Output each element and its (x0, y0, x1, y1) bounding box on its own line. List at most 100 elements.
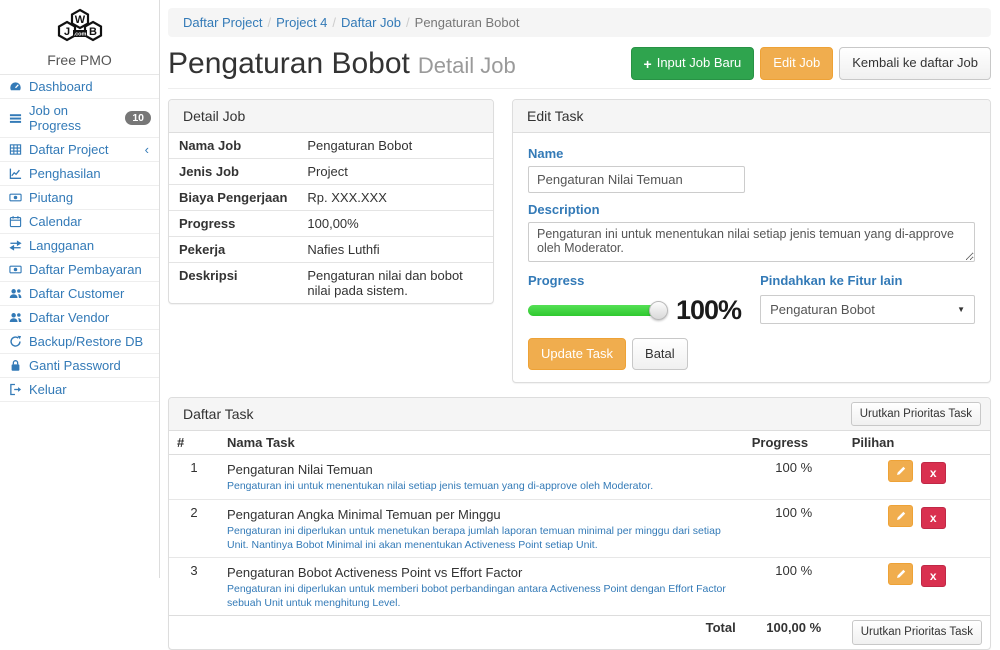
task-actions: x (844, 558, 990, 616)
pencil-icon (895, 510, 907, 522)
task-name-input[interactable] (528, 166, 745, 193)
task-table-footer-row: Total 100,00 % Urutkan Prioritas Task (169, 616, 990, 649)
detail-value: Rp. XXX.XXX (297, 185, 493, 211)
total-value: 100,00 % (744, 616, 844, 649)
task-row: 1 Pengaturan Nilai Temuan Pengaturan ini… (169, 455, 990, 500)
money-icon (8, 191, 23, 204)
calendar-icon (8, 215, 23, 228)
caret-down-icon: ▼ (957, 305, 965, 314)
brand-logo[interactable]: W J B .com Free PMO (0, 0, 159, 74)
urutkan-prioritas-task-button[interactable]: Urutkan Prioritas Task (851, 402, 981, 426)
main-content: Daftar Project/Project 4/Daftar Job/Peng… (160, 0, 1000, 578)
daftar-task-title: Daftar Task (183, 406, 254, 422)
sidebar-item-label: Penghasilan (29, 166, 101, 181)
progress-column: Progress 100% (528, 270, 760, 325)
breadcrumb-project-4[interactable]: Project 4 (276, 15, 327, 30)
close-icon: x (930, 569, 937, 583)
urutkan-prioritas-task-footer-button[interactable]: Urutkan Prioritas Task (852, 620, 982, 644)
sidebar-item-piutang[interactable]: Piutang (0, 186, 159, 210)
task-actions: x (844, 455, 990, 500)
edit-task-panel: Edit Task Name Description Pengaturan in… (512, 99, 991, 383)
kembali-ke-daftar-job-button[interactable]: Kembali ke daftar Job (839, 47, 991, 79)
sidebar-item-dashboard[interactable]: Dashboard (0, 75, 159, 99)
page-subtitle: Detail Job (418, 53, 516, 78)
detail-label: Deskripsi (169, 263, 297, 304)
sign-out-icon (8, 383, 23, 396)
plus-icon: + (644, 57, 652, 71)
progress-slider[interactable] (528, 305, 660, 316)
detail-row-pekerja: Pekerja Nafies Luthfi (169, 237, 493, 263)
delete-task-icon-button[interactable]: x (921, 507, 946, 529)
breadcrumb-daftar-project[interactable]: Daftar Project (183, 15, 262, 30)
edit-task-panel-title: Edit Task (513, 100, 990, 133)
update-task-button[interactable]: Update Task (528, 338, 626, 370)
task-progress: 100 % (744, 455, 844, 500)
sidebar-item-calendar[interactable]: Calendar (0, 210, 159, 234)
edit-task-icon-button[interactable] (888, 505, 913, 527)
delete-task-icon-button[interactable]: x (921, 565, 946, 587)
detail-row-nama-job: Nama Job Pengaturan Bobot (169, 133, 493, 159)
detail-label: Progress (169, 211, 297, 237)
move-column: Pindahkan ke Fitur lain Pengaturan Bobot… (760, 270, 975, 325)
input-job-baru-button[interactable]: + Input Job Baru (631, 47, 755, 79)
sidebar-item-ganti-password[interactable]: Ganti Password (0, 354, 159, 378)
sidebar-menu: Dashboard Job on Progress 10 Daftar Proj… (0, 74, 159, 402)
sidebar-item-backup-restore-db[interactable]: Backup/Restore DB (0, 330, 159, 354)
breadcrumb-separator: / (401, 15, 415, 30)
task-num: 1 (169, 455, 219, 500)
breadcrumb-daftar-job[interactable]: Daftar Job (341, 15, 401, 30)
detail-job-panel-title: Detail Job (169, 100, 493, 133)
progress-slider-handle[interactable] (649, 301, 668, 320)
detail-value: Nafies Luthfi (297, 237, 493, 263)
task-num: 3 (169, 558, 219, 616)
total-label: Total (219, 616, 744, 649)
sidebar-item-label: Dashboard (29, 79, 93, 94)
lock-icon (8, 359, 23, 372)
detail-value: Pengaturan nilai dan bobot nilai pada si… (297, 263, 493, 304)
sidebar-item-penghasilan[interactable]: Penghasilan (0, 162, 159, 186)
delete-task-icon-button[interactable]: x (921, 462, 946, 484)
retweet-icon (8, 239, 23, 252)
close-icon: x (930, 466, 937, 480)
column-header-nama-task: Nama Task (219, 431, 744, 455)
svg-text:B: B (89, 26, 97, 38)
move-feature-selected: Pengaturan Bobot (770, 302, 875, 317)
detail-value: Project (297, 159, 493, 185)
sidebar-item-daftar-customer[interactable]: Daftar Customer (0, 282, 159, 306)
detail-label: Nama Job (169, 133, 297, 159)
batal-button[interactable]: Batal (632, 338, 688, 370)
sidebar-item-daftar-pembayaran[interactable]: Daftar Pembayaran (0, 258, 159, 282)
detail-value: Pengaturan Bobot (297, 133, 493, 159)
sidebar-item-daftar-project[interactable]: Daftar Project ‹ (0, 138, 159, 162)
sidebar-item-daftar-vendor[interactable]: Daftar Vendor (0, 306, 159, 330)
sidebar-item-label: Backup/Restore DB (29, 334, 143, 349)
column-header-progress: Progress (744, 431, 844, 455)
sidebar-item-keluar[interactable]: Keluar (0, 378, 159, 402)
edit-job-button[interactable]: Edit Job (760, 47, 833, 79)
refresh-icon (8, 335, 23, 348)
page-title: Pengaturan Bobot Detail Job (168, 47, 516, 80)
task-name: Pengaturan Angka Minimal Temuan per Ming… (227, 507, 736, 522)
page-title-text: Pengaturan Bobot (168, 47, 410, 80)
sidebar-item-langganan[interactable]: Langganan (0, 234, 159, 258)
page-header: Pengaturan Bobot Detail Job + Input Job B… (168, 45, 991, 89)
line-chart-icon (8, 167, 23, 180)
pencil-icon (895, 465, 907, 477)
edit-task-icon-button[interactable] (888, 460, 913, 482)
svg-text:W: W (74, 14, 85, 26)
app-window: W J B .com Free PMO Dashboard Job on Pro… (0, 0, 1000, 578)
task-description: Pengaturan ini diperlukan untuk menetuka… (227, 525, 736, 552)
list-icon (8, 112, 23, 125)
detail-label: Pekerja (169, 237, 297, 263)
task-table: # Nama Task Progress Pilihan 1 Pengatura… (169, 431, 990, 648)
sidebar-item-label: Job on Progress (29, 103, 119, 133)
detail-label: Biaya Pengerjaan (169, 185, 297, 211)
close-icon: x (930, 511, 937, 525)
sidebar-item-job-on-progress[interactable]: Job on Progress 10 (0, 99, 159, 138)
sidebar-item-label: Daftar Pembayaran (29, 262, 142, 277)
edit-task-icon-button[interactable] (888, 563, 913, 585)
detail-row-biaya-pengerjaan: Biaya Pengerjaan Rp. XXX.XXX (169, 185, 493, 211)
progress-move-row: Progress 100% Pindahkan ke Fitur lain (528, 270, 975, 325)
task-description-textarea[interactable]: Pengaturan ini untuk menentukan nilai se… (528, 222, 975, 262)
move-feature-select[interactable]: Pengaturan Bobot ▼ (760, 295, 975, 324)
